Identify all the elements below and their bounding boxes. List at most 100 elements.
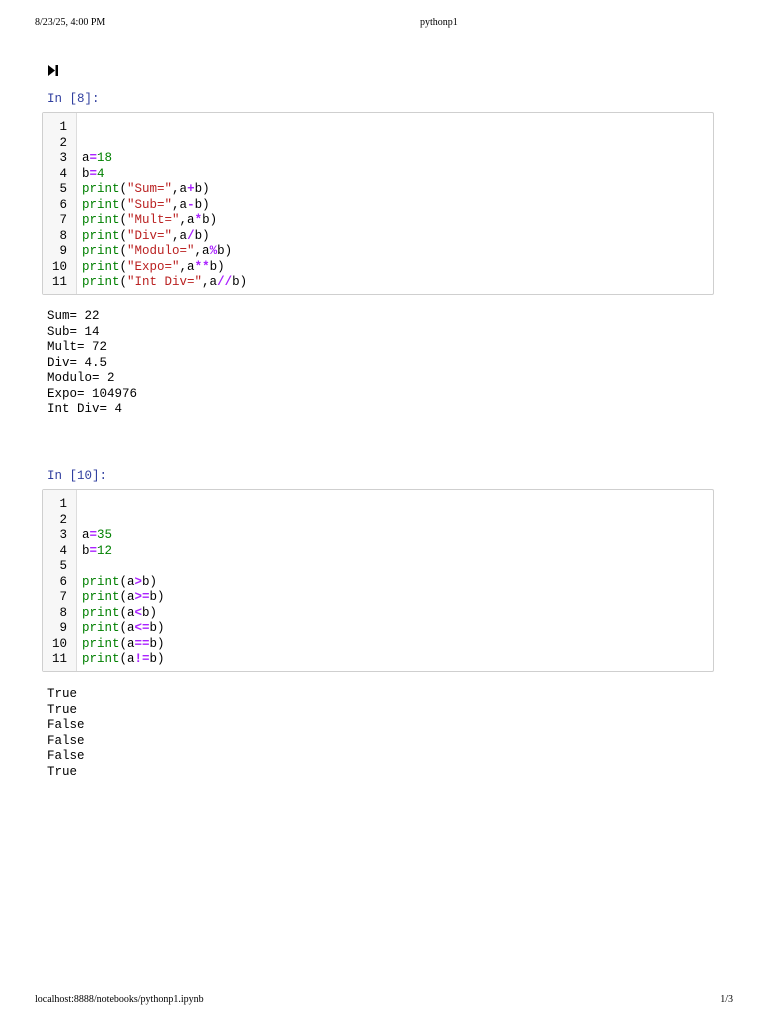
line-number: 4 (59, 543, 67, 558)
code-token: = (89, 543, 98, 558)
output-line: False (47, 749, 85, 763)
line-number: 7 (59, 213, 67, 227)
code-token: b) (194, 197, 210, 212)
code-line[interactable]: print(a!=b) (82, 652, 165, 668)
line-number: 2 (59, 135, 67, 150)
line-number: 1 (59, 497, 67, 511)
code-token: (a (119, 621, 135, 635)
code-token: ,a (172, 182, 188, 196)
line-number: 6 (59, 574, 67, 589)
code-token: = (89, 528, 98, 542)
code-line[interactable]: print(a>=b) (82, 590, 165, 606)
code-token: b) (194, 228, 210, 243)
code-cell[interactable]: 1 2 3 4 5 6 7 8 9 10 11 a=35 b=12 print(a>b) print(a>=… (42, 489, 714, 672)
code-line[interactable]: b=4 (82, 167, 105, 183)
code-line[interactable]: print(a<b) (82, 606, 157, 622)
code-token: print (82, 213, 120, 227)
code-line[interactable]: print(a>b) (82, 575, 157, 591)
output-line: True (47, 702, 78, 717)
code-token: b) (142, 605, 158, 620)
output-line: False (47, 718, 85, 732)
code-line[interactable]: a=35 (82, 528, 112, 544)
code-token: "Sum=" (127, 182, 173, 196)
code-token: b) (149, 636, 165, 651)
code-line[interactable]: print("Sum=",a+b) (82, 182, 210, 198)
code-token: 4 (97, 166, 105, 181)
code-token: ** (194, 259, 210, 274)
code-token: * (194, 213, 203, 227)
code-token: ,a (202, 275, 218, 289)
code-token: "Div=" (127, 228, 173, 243)
code-token: ,a (179, 213, 195, 227)
code-token: print (82, 605, 120, 620)
page-number: 1/3 (720, 994, 733, 1005)
code-line[interactable]: a=18 (82, 151, 112, 167)
code-token: print (82, 636, 120, 651)
code-line[interactable]: print("Sub=",a-b) (82, 198, 210, 214)
line-number: 9 (59, 244, 67, 258)
code-token: print (82, 228, 120, 243)
output-line: Expo= 104976 (47, 386, 138, 401)
line-number: 11 (51, 275, 67, 289)
code-cell[interactable]: 1 2 3 4 5 6 7 8 9 10 11 a=18 b=4 print("Sum=",a+b) pri… (42, 112, 714, 295)
code-line[interactable]: b=12 (82, 544, 112, 560)
code-token: b) (232, 275, 248, 289)
cell-prompt: In [10]: (47, 469, 108, 483)
code-token: b) (149, 652, 165, 666)
line-number: 5 (59, 559, 67, 573)
code-token: b) (202, 213, 218, 227)
line-number: 3 (59, 528, 67, 542)
line-number: 3 (59, 151, 67, 165)
code-token: ,a (172, 228, 188, 243)
line-number: 9 (59, 621, 67, 635)
code-token: ( (119, 182, 128, 196)
code-token: "Mult=" (127, 213, 180, 227)
code-line[interactable]: print("Int Div=",a//b) (82, 275, 247, 291)
code-line[interactable]: print("Div=",a/b) (82, 229, 210, 245)
code-token: b) (217, 244, 233, 258)
code-line[interactable]: print("Expo=",a**b) (82, 260, 225, 276)
cell-output: Sum= 22 Sub= 14 Mult= 72 Div= 4.5 Modulo= 2E… (47, 309, 137, 418)
code-token: < (134, 605, 143, 620)
code-token: = (89, 166, 98, 181)
code-line[interactable]: print("Mult=",a*b) (82, 213, 217, 229)
code-token: b) (142, 574, 158, 589)
print-datetime: 8/23/25, 4:00 PM (35, 17, 106, 28)
code-token: ( (119, 259, 128, 274)
code-token: 35 (97, 528, 113, 542)
code-token: ( (119, 244, 128, 258)
code-token: print (82, 652, 120, 666)
code-token: "Modulo=" (127, 244, 195, 258)
code-token: print (82, 182, 120, 196)
code-token: != (134, 652, 150, 666)
code-token: ,a (172, 197, 188, 212)
code-token: a (82, 151, 90, 165)
code-token: - (187, 197, 195, 212)
code-token: print (82, 590, 120, 604)
output-line: False (47, 733, 85, 748)
output-line: Sub= 14 (47, 324, 100, 339)
code-line[interactable]: print(a==b) (82, 637, 165, 653)
run-next-icon[interactable] (48, 65, 58, 76)
code-token: ( (119, 213, 128, 227)
code-token: b) (209, 259, 225, 274)
line-number: 6 (59, 197, 67, 212)
output-line: Int Div= 4 (47, 402, 123, 416)
line-number: 7 (59, 590, 67, 604)
line-number: 8 (59, 605, 67, 620)
code-line[interactable]: print(a<=b) (82, 621, 165, 637)
code-token: ,a (194, 244, 210, 258)
cell-prompt: In [8]: (47, 92, 100, 106)
code-token: 18 (97, 151, 113, 165)
code-token: (a (119, 590, 135, 604)
code-token: b) (194, 182, 210, 196)
code-token: "Sub=" (127, 197, 173, 212)
line-number: 4 (59, 166, 67, 181)
code-token: print (82, 275, 120, 289)
output-line: Mult= 72 (47, 340, 108, 354)
code-token: print (82, 259, 120, 274)
line-number: 2 (59, 512, 67, 527)
code-line[interactable]: print("Modulo=",a%b) (82, 244, 232, 260)
code-token: = (89, 151, 98, 165)
code-token: b (82, 543, 90, 558)
